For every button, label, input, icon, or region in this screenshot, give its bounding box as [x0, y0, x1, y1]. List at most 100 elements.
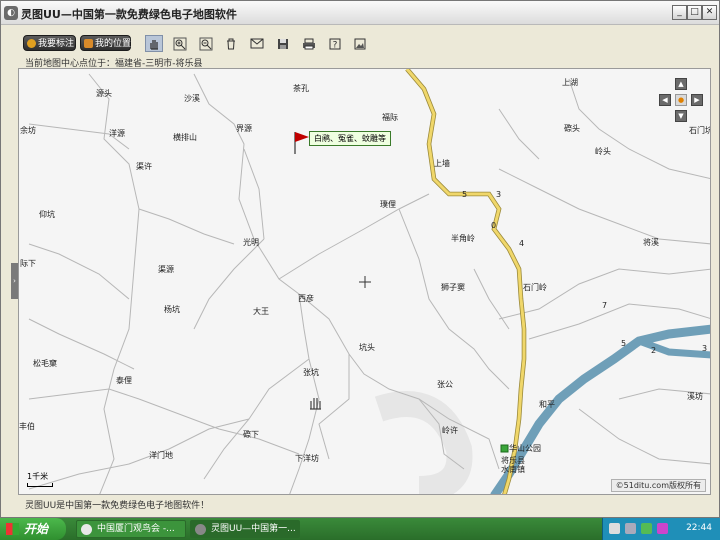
app-icon	[195, 524, 206, 535]
zoom-out-icon	[199, 37, 213, 50]
place-label[interactable]: 松毛窠	[33, 358, 57, 369]
app-icon: ◐	[4, 6, 18, 20]
person-icon	[84, 39, 93, 48]
place-label[interactable]: 张公	[437, 379, 453, 390]
place-label[interactable]: 石门岭	[523, 282, 547, 293]
place-label[interactable]: 水南镇	[501, 464, 525, 475]
place-label[interactable]: 泰俚	[116, 375, 132, 386]
pan-center-button[interactable]: ●	[675, 94, 687, 106]
mark-button[interactable]: 我要标注	[23, 35, 76, 51]
place-label[interactable]: 杨坑	[164, 304, 180, 315]
app-window: ◐ 灵图UU—中国第一款免费绿色电子地图软件 _ □ ✕ 我要标注 我的位置 ?…	[0, 0, 720, 518]
zoom-in-button[interactable]	[171, 35, 189, 52]
place-label[interactable]: 际下	[20, 258, 36, 269]
flag-icon	[295, 132, 309, 142]
place-label[interactable]: 洋源	[109, 128, 125, 139]
road-number: 5	[462, 190, 468, 199]
park-marker-icon	[500, 444, 509, 453]
road-number: 3	[496, 190, 502, 199]
place-label[interactable]: 岭许	[442, 425, 458, 436]
save-button[interactable]	[274, 35, 292, 52]
place-label[interactable]: 华山公园	[509, 443, 541, 454]
close-button[interactable]: ✕	[702, 5, 717, 20]
place-label[interactable]: 石门坑	[689, 125, 710, 136]
place-label[interactable]: 上墙	[434, 158, 450, 169]
place-label[interactable]: 狮子窦	[441, 282, 465, 293]
place-label[interactable]: 溪坊	[687, 391, 703, 402]
place-label[interactable]: 半角岭	[451, 233, 475, 244]
delete-button[interactable]	[222, 35, 240, 52]
road-number: 5	[621, 339, 627, 348]
help-button[interactable]: ?	[326, 35, 344, 52]
toolbar: 我要标注 我的位置 ?	[1, 32, 719, 54]
place-label[interactable]: 大王	[253, 306, 269, 317]
tray-app-icon[interactable]	[657, 523, 668, 534]
place-label[interactable]: 余坊	[20, 125, 36, 136]
watermark-shape	[374, 391, 473, 494]
place-label[interactable]: 界源	[236, 123, 252, 134]
print-button[interactable]	[300, 35, 318, 52]
place-label[interactable]: 沙溪	[184, 93, 200, 104]
pan-right-button[interactable]: ▶	[691, 94, 703, 106]
place-label[interactable]: 磜下	[243, 429, 259, 440]
copyright-notice: ©51ditu.com版权所有	[610, 479, 706, 492]
clock[interactable]: 22:44	[686, 523, 712, 533]
svg-text:?: ?	[333, 40, 338, 50]
image-button[interactable]	[351, 35, 369, 52]
place-label[interactable]: 张坑	[303, 367, 319, 378]
document-icon	[81, 524, 92, 535]
mail-button[interactable]	[248, 35, 266, 52]
pan-down-button[interactable]: ▼	[675, 110, 687, 122]
road-number: 4	[519, 239, 525, 248]
pencil-icon	[27, 39, 36, 48]
pan-up-button[interactable]: ▲	[675, 78, 687, 90]
place-label[interactable]: 仰坑	[39, 209, 55, 220]
flag-annotation[interactable]: 白鹇、冤雀、蚊雕等	[309, 131, 391, 146]
taskbar-item-browser[interactable]: 中国厦门观鸟会 -...	[76, 520, 186, 538]
place-label[interactable]: 磜头	[564, 123, 580, 134]
delete-icon	[227, 38, 235, 49]
my-location-button[interactable]: 我的位置	[80, 35, 131, 51]
taskbar-item-label: 灵图UU—中国第一...	[211, 524, 296, 534]
start-button[interactable]: 开始	[0, 518, 66, 540]
road-number: 2	[651, 346, 657, 355]
keyboard-icon[interactable]	[609, 523, 620, 534]
volume-icon[interactable]	[625, 523, 636, 534]
place-label[interactable]: 渠源	[158, 264, 174, 275]
map-view[interactable]: 白鹇、冤雀、蚊雕等 上湖 茶孔 源头 沙溪 福际 余坊 洋源 横排山 界源 石门…	[18, 68, 711, 495]
pan-left-button[interactable]: ◀	[659, 94, 671, 106]
scale-bar-line	[27, 483, 53, 487]
zoom-out-button[interactable]	[197, 35, 215, 52]
side-panel-toggle[interactable]: ›	[11, 263, 18, 299]
place-label[interactable]: 璞俚	[380, 199, 396, 210]
road-number: 3	[702, 344, 708, 353]
taskbar-item-map[interactable]: 灵图UU—中国第一...	[190, 520, 300, 538]
place-label[interactable]: 西彦	[298, 293, 314, 304]
place-label[interactable]: 上湖	[562, 77, 578, 88]
place-label[interactable]: 和平	[539, 399, 555, 410]
taskbar-item-label: 中国厦门观鸟会 -...	[97, 524, 175, 534]
hand-tool-button[interactable]	[145, 35, 163, 52]
place-label[interactable]: 丰伯	[19, 421, 35, 432]
place-label[interactable]: 下洋坊	[295, 453, 319, 464]
place-label[interactable]: 源头	[96, 88, 112, 99]
place-label[interactable]: 横排山	[173, 132, 197, 143]
place-label[interactable]: 岭头	[595, 146, 611, 157]
maximize-button[interactable]: □	[687, 5, 702, 20]
title-bar[interactable]: ◐ 灵图UU—中国第一款免费绿色电子地图软件 _ □ ✕	[1, 1, 719, 25]
image-icon	[354, 38, 366, 49]
place-label[interactable]: 福际	[382, 112, 398, 123]
place-label[interactable]: 坑头	[359, 342, 375, 353]
system-tray: 22:44	[602, 518, 720, 540]
mail-icon	[250, 38, 264, 49]
river	[490, 324, 710, 494]
place-label[interactable]: 光明	[243, 237, 259, 248]
save-icon	[278, 38, 288, 49]
place-label[interactable]: 将溪	[643, 237, 659, 248]
network-icon[interactable]	[641, 523, 652, 534]
place-label[interactable]: 茶孔	[293, 83, 309, 94]
place-label[interactable]: 洋门地	[149, 450, 173, 461]
print-icon	[303, 38, 315, 49]
minimize-button[interactable]: _	[672, 5, 687, 20]
place-label[interactable]: 渠许	[136, 161, 152, 172]
